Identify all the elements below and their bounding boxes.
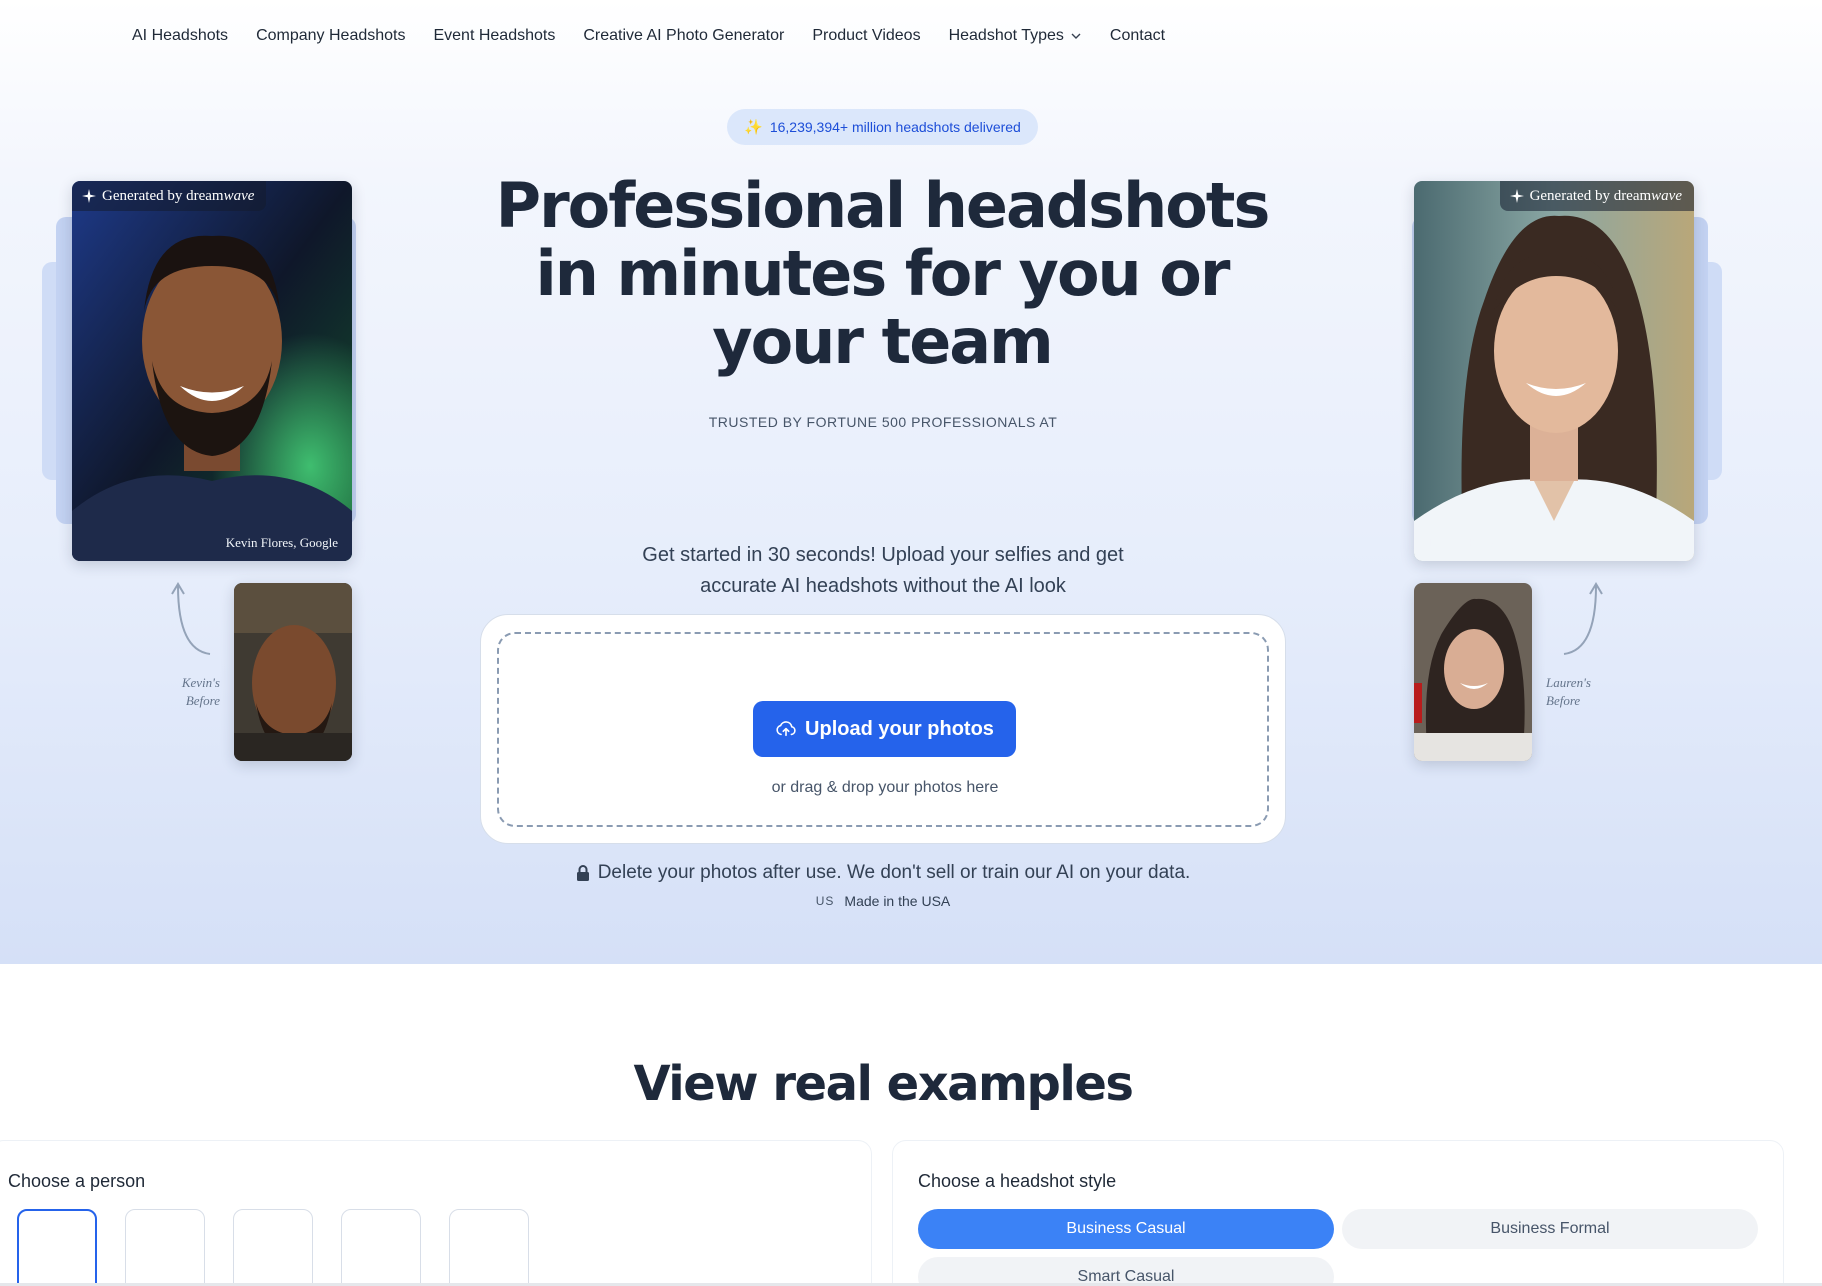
nav-ai-headshots[interactable]: AI Headshots xyxy=(132,27,228,45)
chevron-down-icon xyxy=(1071,33,1081,39)
curved-arrow-icon xyxy=(171,582,211,655)
choose-person-label: Choose a person xyxy=(8,1171,146,1191)
drag-drop-hint: or drag & drop your photos here xyxy=(771,779,999,796)
style-business-casual[interactable]: Business Casual xyxy=(918,1209,1334,1249)
person-thumb-5[interactable] xyxy=(449,1209,529,1286)
style-smart-casual[interactable]: Smart Casual xyxy=(918,1257,1334,1286)
generated-by-tag: Generated by dream wave xyxy=(1499,181,1694,211)
lauren-before-label: Lauren's Before xyxy=(1546,675,1591,708)
generated-by-tag: Generated by dream wave xyxy=(72,181,267,211)
lauren-before-photo xyxy=(1414,583,1532,761)
person-thumb-2[interactable] xyxy=(125,1209,205,1286)
nav-creative-ai-photo-generator[interactable]: Creative AI Photo Generator xyxy=(583,27,784,45)
nav-headshot-types[interactable]: Headshot Types xyxy=(949,27,1082,45)
kevin-before-photo xyxy=(234,583,352,761)
hero-headline: Professional headshots in minutes for yo… xyxy=(495,169,1271,378)
curved-arrow-icon xyxy=(1563,582,1603,655)
headshots-delivered-badge: ✨ 16,239,394+ million headshots delivere… xyxy=(727,109,1038,145)
trusted-by-label: TRUSTED BY FORTUNE 500 PROFESSIONALS AT xyxy=(708,414,1058,430)
sparkle-icon xyxy=(1509,189,1524,203)
lock-icon xyxy=(576,865,589,881)
kevin-selfie-image xyxy=(234,583,352,761)
sparkle-icon xyxy=(82,189,96,203)
drop-zone[interactable]: Upload your photos or drag & drop your p… xyxy=(497,632,1269,827)
choose-person-panel: Choose a person xyxy=(0,1140,872,1286)
lauren-headshot-image xyxy=(1414,181,1694,561)
nav-company-headshots[interactable]: Company Headshots xyxy=(256,27,405,45)
choose-style-label: Choose a headshot style xyxy=(918,1171,1117,1191)
cloud-upload-icon xyxy=(776,721,796,737)
lauren-caption: Lauren K, Google xyxy=(1428,535,1523,550)
style-business-formal[interactable]: Business Formal xyxy=(1342,1209,1758,1249)
privacy-note: Delete your photos after use. We don't s… xyxy=(450,862,1316,884)
upload-photos-button[interactable]: Upload your photos xyxy=(753,701,1016,757)
hero-subtitle: Get started in 30 seconds! Upload your s… xyxy=(642,544,1124,597)
upload-card: Upload your photos or drag & drop your p… xyxy=(480,614,1286,844)
person-thumb-4[interactable] xyxy=(341,1209,421,1286)
lauren-generated-headshot: Generated by dream wave Lauren K, Google xyxy=(1414,181,1694,561)
us-flag-icon: US xyxy=(815,894,835,908)
choose-style-panel: Choose a headshot style Business Casual … xyxy=(892,1140,1784,1286)
kevin-generated-headshot: Generated by dream wave Kevin Flores, Goo… xyxy=(72,181,352,561)
kevin-caption: Kevin Flores, Google xyxy=(225,535,338,550)
lauren-selfie-image xyxy=(1414,583,1532,761)
nav-contact[interactable]: Contact xyxy=(1110,27,1165,45)
nav-event-headshots[interactable]: Event Headshots xyxy=(433,27,555,45)
kevin-before-label: Kevin's Before xyxy=(181,675,220,708)
kevin-headshot-image xyxy=(72,181,352,561)
made-in-usa: US Made in the USA xyxy=(815,893,951,909)
person-thumb-1[interactable] xyxy=(17,1209,97,1286)
examples-title: View real examples xyxy=(633,1056,1134,1112)
sparkle-icon: ✨ xyxy=(744,119,763,136)
top-nav: AI Headshots Company Headshots Event Hea… xyxy=(0,0,1822,72)
person-thumb-3[interactable] xyxy=(233,1209,313,1286)
nav-product-videos[interactable]: Product Videos xyxy=(812,27,920,45)
